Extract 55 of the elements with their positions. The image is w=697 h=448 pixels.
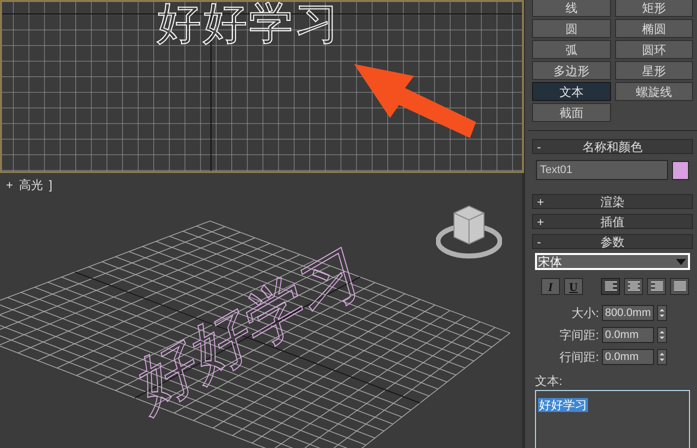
spinner-field[interactable]: 0.0mm (602, 327, 654, 343)
rollout-toggle[interactable]: + (533, 196, 549, 208)
spinner-label: 行间距: (560, 349, 599, 366)
object-type-button[interactable]: 星形 (614, 61, 693, 80)
align-button[interactable] (647, 278, 666, 295)
object-type-button[interactable]: 圆 (532, 19, 610, 38)
object-type-button[interactable]: 螺旋线 (614, 82, 693, 101)
viewport-label-bracket: ] (49, 177, 52, 194)
viewport-shading-label[interactable]: 高光 (19, 176, 44, 194)
text-input-area[interactable]: 好好学习 (535, 390, 690, 448)
selected-text: 好好学习 (538, 398, 588, 412)
rollout-title: 渲染 (600, 196, 626, 208)
spinner-label: 字间距: (560, 327, 599, 344)
rollout-title: 插值 (600, 216, 626, 228)
text-shape-outline: 好好学习 (132, 236, 366, 422)
rollout-header[interactable]: + 插值 (532, 214, 693, 229)
object-type-button[interactable]: 线 (532, 0, 610, 17)
object-type-button[interactable]: 椭圆 (614, 19, 693, 38)
name-field[interactable]: Text01 (536, 160, 668, 180)
rollout-header[interactable]: - 名称和颜色 (532, 139, 693, 154)
object-type-button[interactable]: 矩形 (614, 0, 693, 17)
align-button[interactable] (601, 278, 620, 295)
rollout-toggle[interactable]: + (533, 216, 549, 228)
color-swatch[interactable] (672, 160, 689, 180)
align-icon (604, 281, 616, 292)
italic-button[interactable]: I (541, 278, 560, 295)
align-icon (650, 281, 662, 292)
object-type-button[interactable]: 圆环 (614, 40, 693, 59)
dropdown-caret-icon (676, 258, 686, 264)
rollout-title: 名称和颜色 (582, 140, 644, 152)
rollout-title: 参数 (600, 236, 626, 248)
viewport-menu-toggle[interactable]: + (6, 176, 14, 194)
view-cube-icon[interactable] (436, 203, 502, 261)
align-button[interactable] (670, 278, 689, 295)
rollout-header[interactable]: - 参数 (532, 234, 693, 249)
object-type-button[interactable]: 截面 (532, 103, 610, 122)
text-label: 文本: (535, 373, 564, 390)
object-type-button[interactable]: 多边形 (532, 61, 610, 80)
align-button[interactable] (624, 278, 643, 295)
font-dropdown[interactable]: 宋体 (535, 253, 690, 270)
spinner-field[interactable]: 800.0mm (602, 305, 654, 321)
spinner-label: 大小: (572, 305, 599, 322)
object-type-button[interactable]: 文本 (532, 82, 610, 101)
spinner-field[interactable]: 0.0mm (602, 349, 654, 365)
align-icon (674, 281, 686, 292)
rollout-toggle[interactable]: - (533, 236, 549, 248)
underline-button[interactable]: U (564, 278, 583, 295)
perspective-viewport[interactable]: + 高光 ] 好好学习 (0, 173, 524, 448)
rollout-header[interactable]: + 渲染 (532, 194, 693, 209)
spinner-arrows-icon[interactable] (657, 305, 667, 321)
object-type-button[interactable]: 弧 (532, 40, 610, 59)
spinner-arrows-icon[interactable] (657, 327, 667, 343)
spinner-arrows-icon[interactable] (657, 349, 667, 365)
rollout-toggle[interactable]: - (533, 140, 549, 152)
align-icon (628, 281, 640, 292)
